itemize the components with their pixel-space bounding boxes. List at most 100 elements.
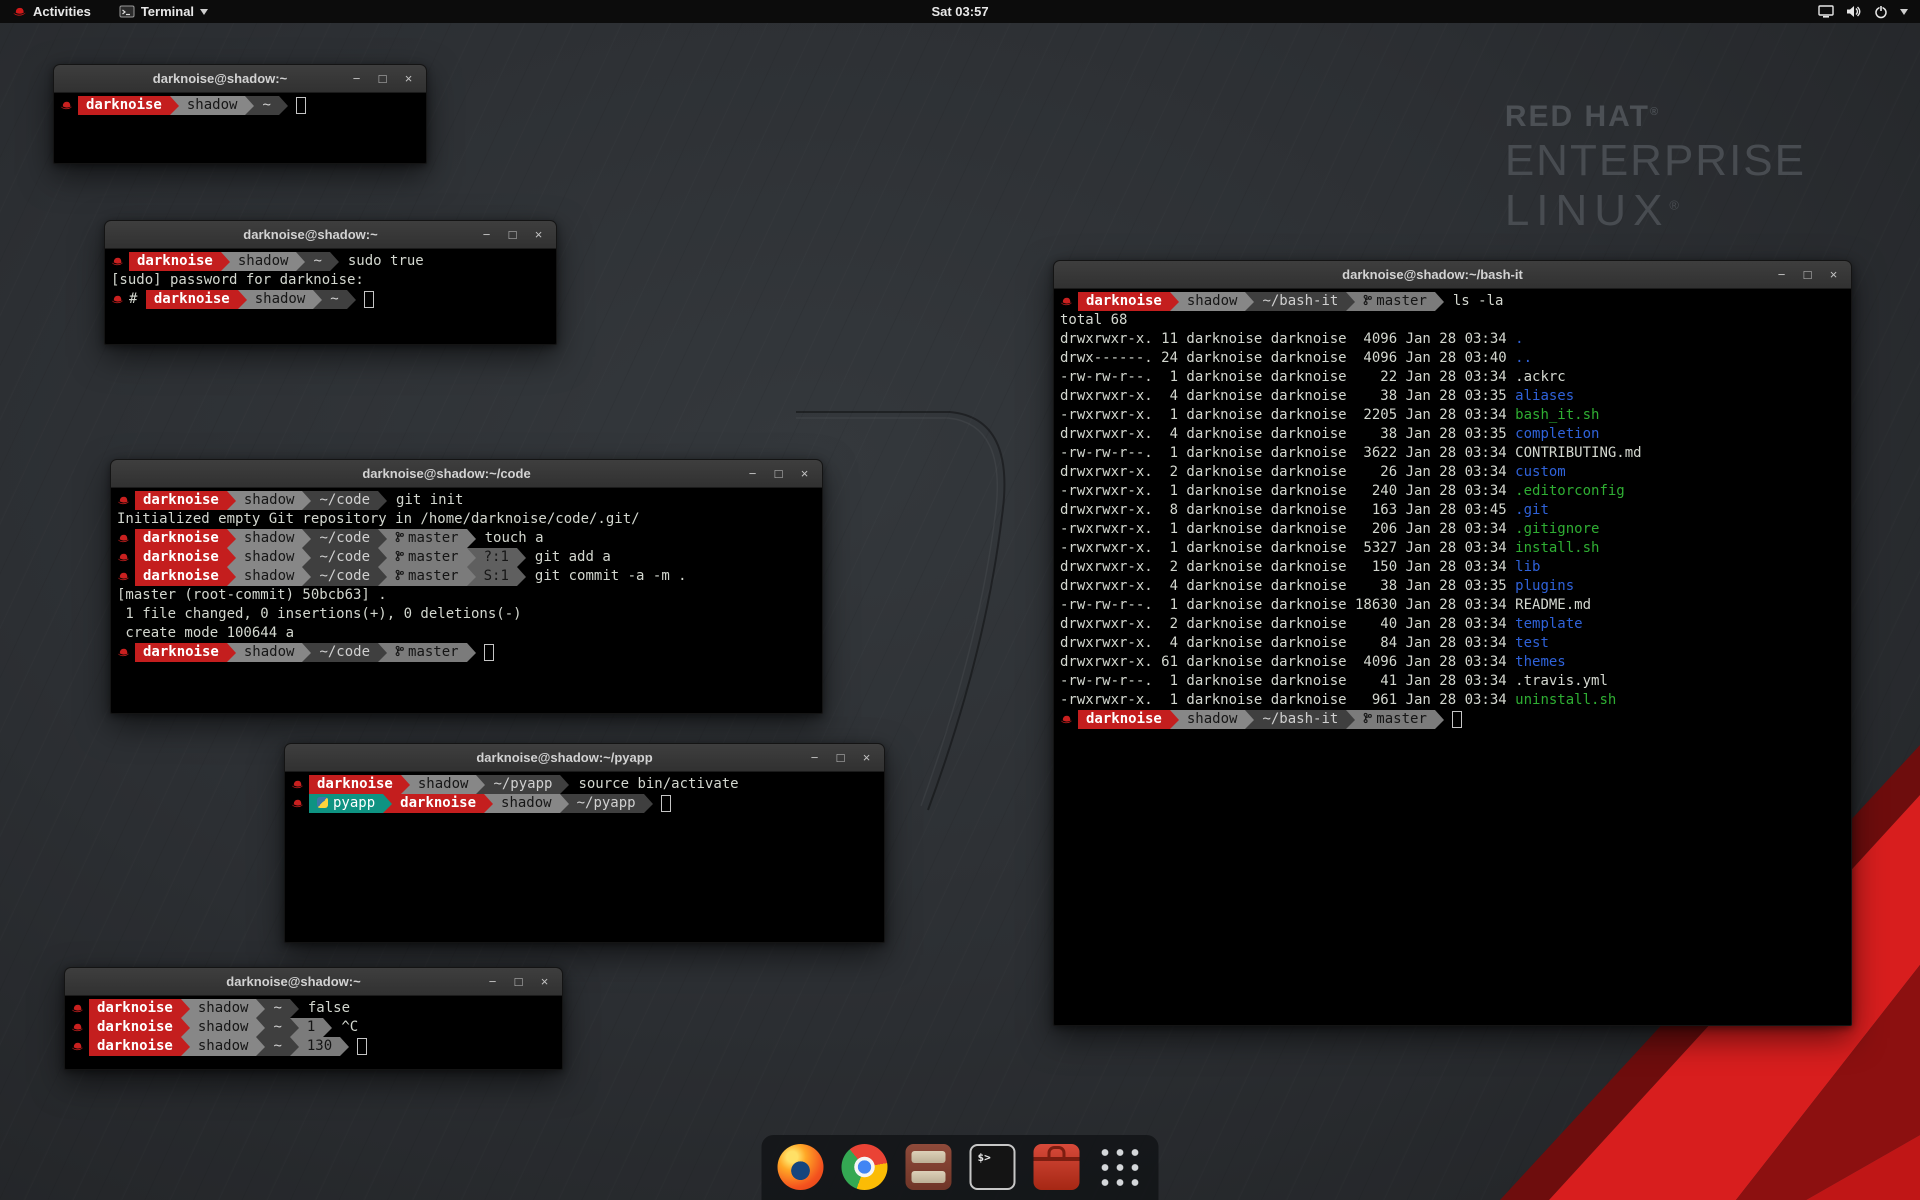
output-text: aliases [1515, 388, 1574, 404]
terminal-content[interactable]: darknoiseshadow~sudo true[sudo] password… [105, 249, 556, 344]
maximize-button[interactable]: □ [1801, 261, 1814, 288]
minimize-button[interactable]: − [808, 744, 821, 771]
command-text: ls -la [1444, 293, 1504, 309]
files-icon[interactable] [906, 1144, 952, 1190]
terminal-content[interactable]: darknoiseshadow~/bash-itmasterls -latota… [1054, 289, 1851, 1025]
window-title: darknoise@shadow:~/bash-it [1094, 267, 1771, 282]
system-status-area[interactable] [1818, 5, 1912, 19]
close-button[interactable]: × [1827, 261, 1840, 288]
window-titlebar[interactable]: darknoise@shadow:~/pyapp−□× [285, 744, 884, 772]
output-text: drwxrwxr-x. 4 darknoise darknoise 84 Jan… [1060, 635, 1515, 651]
close-button[interactable]: × [798, 460, 811, 487]
window-controls: −□ × [486, 968, 562, 995]
prompt-segment-path: ~/code [311, 567, 378, 586]
maximize-button[interactable]: □ [834, 744, 847, 771]
close-button[interactable]: × [402, 65, 415, 92]
minimize-button[interactable]: − [350, 65, 363, 92]
minimize-button[interactable]: − [1775, 261, 1788, 288]
volume-icon [1846, 5, 1862, 18]
command-text: touch a [476, 530, 544, 546]
minimize-button[interactable]: − [486, 968, 499, 995]
prompt-segment-git: master [1355, 710, 1435, 729]
redhat-prompt-icon [60, 96, 74, 115]
app-menu-button[interactable]: Terminal [115, 0, 212, 23]
terminal-window-home-sudo[interactable]: darknoise@shadow:~−□×darknoiseshadow~sud… [104, 220, 557, 345]
powerline-separator-icon [181, 1018, 190, 1037]
output-line: drwxrwxr-x. 61 darknoise darknoise 4096 … [1060, 653, 1851, 672]
prompt-segment-git: master [387, 643, 467, 662]
powerline-separator-icon [181, 999, 190, 1018]
toolbox-icon[interactable] [1034, 1144, 1080, 1190]
app-grid-icon[interactable] [1098, 1145, 1143, 1190]
prompt-segment-exit: 1 [299, 1018, 323, 1037]
chevron-down-icon [200, 9, 208, 15]
prompt-segment-host: shadow [236, 491, 303, 510]
output-text: [sudo] password for darknoise: [111, 272, 364, 288]
output-text: themes [1515, 654, 1566, 670]
output-text: Initialized empty Git repository in /hom… [117, 511, 640, 527]
terminal-content[interactable]: darknoiseshadow~/pyappsource bin/activat… [285, 772, 884, 942]
maximize-button[interactable]: □ [376, 65, 389, 92]
powerline-separator-icon [170, 96, 179, 115]
powerline-separator-icon [227, 567, 236, 586]
close-button[interactable]: × [532, 221, 545, 248]
powerline-separator-icon [245, 96, 254, 115]
terminal-window-code[interactable]: darknoise@shadow:~/code−□×darknoiseshado… [110, 459, 823, 714]
window-titlebar[interactable]: darknoise@shadow:~−□× [105, 221, 556, 249]
clock[interactable]: Sat 03:57 [931, 4, 988, 19]
prompt-segment-host: shadow [1179, 292, 1246, 311]
output-text: drwxrwxr-x. 8 darknoise darknoise 163 Ja… [1060, 502, 1515, 518]
maximize-button[interactable]: □ [512, 968, 525, 995]
powerline-separator-icon [1435, 292, 1444, 311]
output-text: .gitignore [1515, 521, 1599, 537]
powerline-separator-icon [378, 643, 387, 662]
window-titlebar[interactable]: darknoise@shadow:~−□× [54, 65, 426, 93]
firefox-icon[interactable] [778, 1144, 824, 1190]
prompt-line: darknoiseshadow~false [71, 999, 562, 1018]
terminal-cursor [296, 97, 306, 114]
maximize-button[interactable]: □ [506, 221, 519, 248]
git-branch-icon [395, 643, 404, 662]
prompt-segment-path: ~ [265, 1018, 289, 1037]
window-title: darknoise@shadow:~ [105, 974, 482, 989]
close-button[interactable]: × [860, 744, 873, 771]
output-line: drwxrwxr-x. 2 darknoise darknoise 40 Jan… [1060, 615, 1851, 634]
terminal-window-pyapp[interactable]: darknoise@shadow:~/pyapp−□×darknoiseshad… [284, 743, 885, 943]
dock: $> [762, 1135, 1159, 1200]
chrome-icon[interactable] [842, 1144, 888, 1190]
prompt-line: darknoiseshadow~130 [71, 1037, 562, 1056]
terminal-window-home-1[interactable]: darknoise@shadow:~−□×darknoiseshadow~ [53, 64, 427, 164]
output-line: 1 file changed, 0 insertions(+), 0 delet… [117, 605, 822, 624]
output-line: drwx------. 24 darknoise darknoise 4096 … [1060, 349, 1851, 368]
powerline-separator-icon [279, 96, 288, 115]
terminal-icon[interactable]: $> [970, 1144, 1016, 1190]
minimize-button[interactable]: − [746, 460, 759, 487]
prompt-segment-host: shadow [236, 567, 303, 586]
redhat-prompt-icon [291, 775, 305, 794]
terminal-window-home-exit[interactable]: darknoise@shadow:~−□×darknoiseshadow~fal… [64, 967, 563, 1070]
maximize-button[interactable]: □ [772, 460, 785, 487]
minimize-button[interactable]: − [480, 221, 493, 248]
terminal-content[interactable]: darknoiseshadow~falsedarknoiseshadow~1^C… [65, 996, 562, 1069]
window-titlebar[interactable]: darknoise@shadow:~−□ × [65, 968, 562, 996]
prompt-segment-path: ~ [254, 96, 278, 115]
powerline-separator-icon [560, 794, 569, 813]
output-line: create mode 100644 a [117, 624, 822, 643]
activities-button[interactable]: Activities [8, 0, 95, 23]
window-titlebar[interactable]: darknoise@shadow:~/code−□× [111, 460, 822, 488]
output-text: .travis.yml [1515, 673, 1608, 689]
window-titlebar[interactable]: darknoise@shadow:~/bash-it−□ × [1054, 261, 1851, 289]
prompt-segment-status: ?:1 [476, 548, 517, 567]
powerline-separator-icon [227, 491, 236, 510]
output-line: [master (root-commit) 50bcb63] . [117, 586, 822, 605]
terminal-cursor [484, 644, 494, 661]
terminal-content[interactable]: darknoiseshadow~/codegit initInitialized… [111, 488, 822, 713]
powerline-separator-icon [256, 999, 265, 1018]
terminal-content[interactable]: darknoiseshadow~ [54, 93, 426, 163]
redhat-prompt-icon [117, 548, 131, 567]
output-text: drwxrwxr-x. 2 darknoise darknoise 40 Jan… [1060, 616, 1515, 632]
terminal-window-bash-it[interactable]: darknoise@shadow:~/bash-it−□×darknoisesh… [1053, 260, 1852, 1026]
close-button[interactable]: × [538, 968, 551, 995]
powerline-separator-icon [517, 548, 526, 567]
terminal-cursor [1452, 711, 1462, 728]
